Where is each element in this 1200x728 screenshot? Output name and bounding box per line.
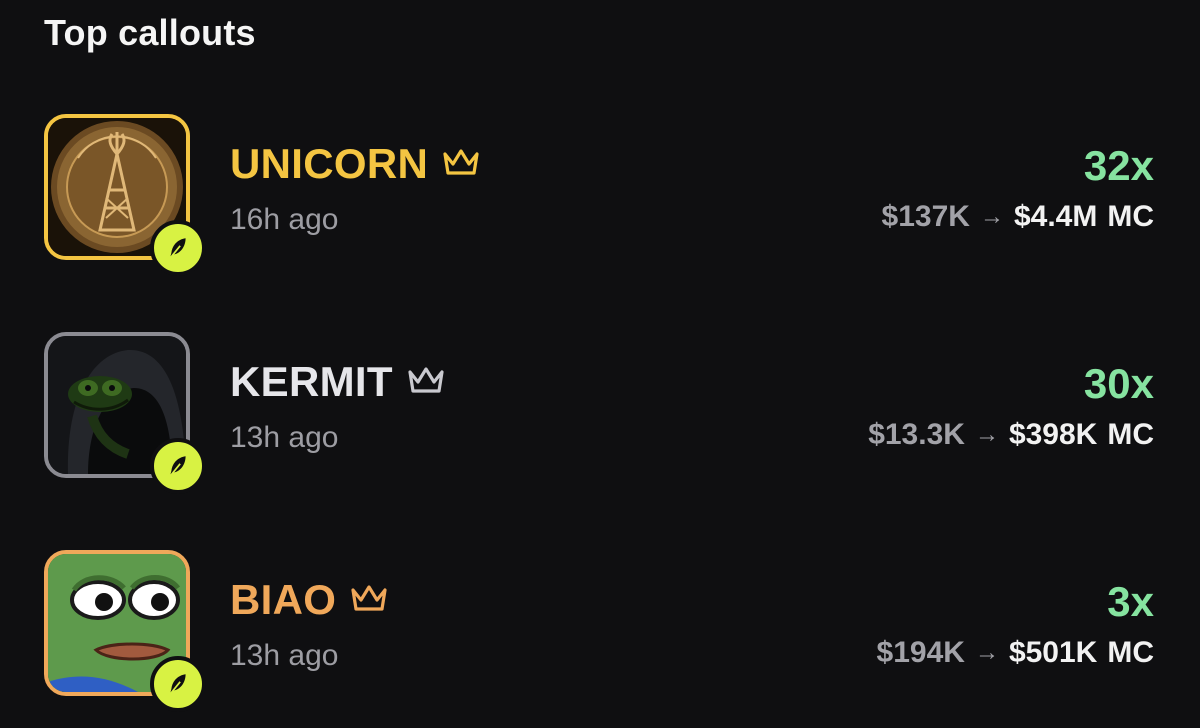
section-title: Top callouts [44,12,256,53]
market-cap-change: $137K → $4.4M MC [882,198,1154,236]
token-name[interactable]: KERMIT [230,358,393,406]
callout-time: 16h ago [230,203,339,236]
callout-time: 13h ago [230,639,339,672]
market-cap-to: $398K [1008,418,1098,451]
crown-icon [350,582,388,619]
top-callouts-panel: Top callouts UNICORN 16h ago 32x $137K →… [0,0,1200,728]
feather-icon [150,656,206,712]
arrow-right-icon: → [979,203,1004,230]
gain-multiplier: 32x [1083,142,1154,189]
gain-multiplier: 30x [1083,360,1154,407]
feather-icon [150,220,206,276]
arrow-right-icon: → [974,421,999,448]
market-cap-from: $137K [881,200,970,233]
feather-icon [150,438,206,494]
token-name[interactable]: BIAO [230,576,336,624]
crown-icon [407,364,445,401]
market-cap-unit: MC [1107,636,1154,669]
token-name[interactable]: UNICORN [230,140,428,188]
market-cap-unit: MC [1107,418,1154,451]
market-cap-change: $194K → $501K MC [877,634,1154,672]
market-cap-to: $4.4M [1013,200,1098,233]
callout-row-biao[interactable]: BIAO 13h ago 3x $194K → $501K MC [0,548,1200,712]
crown-icon [442,146,480,183]
gain-multiplier: 3x [1107,578,1154,625]
market-cap-from: $13.3K [868,418,965,451]
market-cap-change: $13.3K → $398K MC [868,416,1154,454]
callout-time: 13h ago [230,421,339,454]
market-cap-from: $194K [876,636,965,669]
market-cap-unit: MC [1107,200,1154,233]
callout-row-unicorn[interactable]: UNICORN 16h ago 32x $137K → $4.4M MC [0,112,1200,276]
arrow-right-icon: → [974,639,999,666]
callout-row-kermit[interactable]: KERMIT 13h ago 30x $13.3K → $398K MC [0,330,1200,494]
market-cap-to: $501K [1008,636,1098,669]
